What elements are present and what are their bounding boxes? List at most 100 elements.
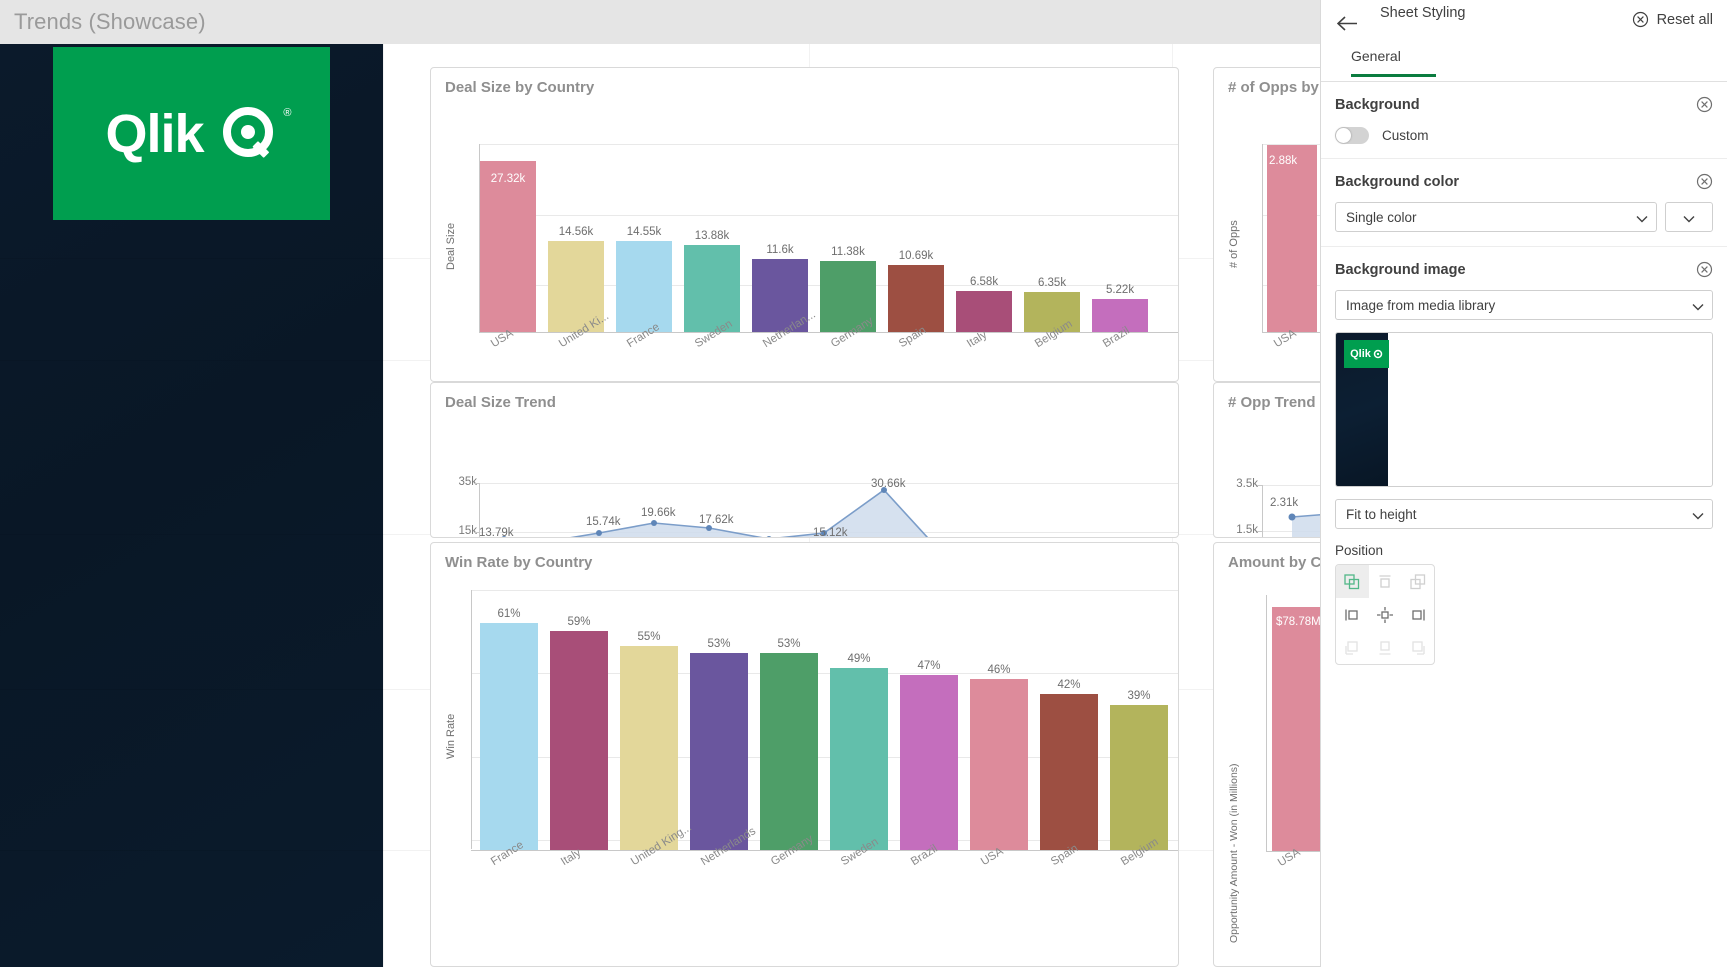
app-root: Trends (Showcase) Qlik ® Deal Size by Co… xyxy=(0,0,1727,967)
chart-card-win-rate-by-country[interactable]: Win Rate by Country Win Rate 61% 59% 55% 53… xyxy=(430,542,1179,967)
bar[interactable] xyxy=(690,653,748,850)
bar-column[interactable]: 39% xyxy=(1110,590,1168,850)
position-middle-left-icon[interactable] xyxy=(1336,598,1369,631)
bar[interactable] xyxy=(550,631,608,850)
bar-column[interactable]: 27.32k xyxy=(480,144,536,332)
chart-card-deal-size-trend[interactable]: Deal Size Trend 35k 15k 0 xyxy=(430,382,1179,538)
chart-title: Deal Size Trend xyxy=(445,394,556,411)
data-point-label: 15.12k xyxy=(813,527,848,538)
bar[interactable] xyxy=(620,646,678,850)
data-point-label: 17.62k xyxy=(699,514,734,526)
bar[interactable] xyxy=(888,265,944,332)
bar-column[interactable]: 49% xyxy=(830,590,888,850)
bar-value-label: 14.55k xyxy=(626,226,662,238)
position-middle-right-icon[interactable] xyxy=(1401,598,1434,631)
bar-value-label: 49% xyxy=(847,653,871,665)
bar-column[interactable]: 6.35k xyxy=(1024,144,1080,332)
section-header: Background image xyxy=(1335,261,1713,278)
bar-value-label: 47% xyxy=(917,660,941,672)
y-axis-tick-label: 35k xyxy=(458,476,477,488)
data-point-label: 13.79k xyxy=(479,527,514,538)
background-color-mode-select[interactable]: Single color xyxy=(1335,202,1657,232)
bar[interactable] xyxy=(480,623,538,850)
tab-general[interactable]: General xyxy=(1351,48,1401,72)
y-axis-title: # of Opps xyxy=(1228,220,1240,268)
bar[interactable] xyxy=(970,679,1028,850)
bar-value-label: 11.38k xyxy=(831,246,865,258)
background-image-source-select[interactable]: Image from media library xyxy=(1335,290,1713,320)
y-axis-tick-label: 15k xyxy=(458,525,477,537)
qlik-q-icon xyxy=(222,106,273,158)
bar[interactable] xyxy=(830,668,888,850)
chevron-down-icon xyxy=(1683,211,1695,226)
position-middle-center-icon[interactable] xyxy=(1369,598,1402,631)
background-custom-row: Custom xyxy=(1335,127,1713,144)
position-top-right-icon[interactable] xyxy=(1401,565,1434,598)
bar[interactable] xyxy=(956,291,1012,332)
bar-column[interactable]: 53% xyxy=(690,590,748,850)
bar-column[interactable]: 53% xyxy=(760,590,818,850)
background-color-swatch-select[interactable] xyxy=(1665,202,1713,232)
bar-column[interactable]: 5.22k xyxy=(1092,144,1148,332)
data-point-label: 19.66k xyxy=(641,507,676,519)
bar-column[interactable]: 14.55k xyxy=(616,144,672,332)
bar[interactable] xyxy=(480,161,536,332)
bar-column[interactable]: 59% xyxy=(550,590,608,850)
bar-column[interactable]: 42% xyxy=(1040,590,1098,850)
chart-card-deal-size-by-country[interactable]: Deal Size by Country Deal Size 27.32k 14.… xyxy=(430,67,1179,382)
reset-circle-icon xyxy=(1632,11,1648,28)
toggle-knob xyxy=(1336,128,1351,143)
position-bottom-right-icon[interactable] xyxy=(1401,631,1434,664)
background-color-controls: Single color xyxy=(1335,202,1713,232)
panel-header: Sheet Styling Reset all xyxy=(1321,0,1727,48)
background-image-thumbnail: Qlik xyxy=(1336,333,1389,486)
bar[interactable] xyxy=(900,675,958,850)
reset-all-button[interactable]: Reset all xyxy=(1632,11,1713,28)
bar-column[interactable]: 6.58k xyxy=(956,144,1012,332)
reset-circle-icon[interactable] xyxy=(1696,261,1713,278)
bar-column[interactable]: 13.88k xyxy=(684,144,740,332)
reset-circle-icon[interactable] xyxy=(1696,96,1713,113)
background-image-size-select[interactable]: Fit to height xyxy=(1335,499,1713,529)
bar-series: 27.32k 14.56k 14.55k 13.88k 11.6k 11.38k 10.69… xyxy=(480,144,1148,332)
y-axis-title: Deal Size xyxy=(445,222,457,270)
bar-series: 61% 59% 55% 53% 53% 49% 47% 46% 42% 39% xyxy=(480,590,1168,850)
bar-column[interactable]: 46% xyxy=(970,590,1028,850)
bar-value-label: 11.6k xyxy=(766,244,794,256)
position-top-center-icon[interactable] xyxy=(1369,565,1402,598)
bar-column[interactable]: 10.69k xyxy=(888,144,944,332)
bar-column[interactable]: 11.38k xyxy=(820,144,876,332)
background-image-position-grid xyxy=(1335,564,1435,665)
bar[interactable] xyxy=(1110,705,1168,850)
data-point-label: 2.31k xyxy=(1270,497,1299,509)
background-custom-toggle[interactable] xyxy=(1335,127,1369,144)
bar[interactable] xyxy=(760,653,818,850)
section-background-image: Background image Image from media librar… xyxy=(1321,247,1727,679)
position-bottom-center-icon[interactable] xyxy=(1369,631,1402,664)
section-heading: Background xyxy=(1335,96,1420,113)
position-bottom-left-icon[interactable] xyxy=(1336,631,1369,664)
bar-value-label: 46% xyxy=(987,664,1011,676)
y-axis-tick-label: 1.5k xyxy=(1236,524,1258,536)
section-heading: Background image xyxy=(1335,261,1466,278)
data-point-label: 15.74k xyxy=(586,516,621,528)
reset-circle-icon[interactable] xyxy=(1696,173,1713,190)
position-top-left-icon[interactable] xyxy=(1336,565,1369,598)
bar-column[interactable]: 61% xyxy=(480,590,538,850)
chevron-down-icon xyxy=(1636,211,1648,226)
back-arrow-icon[interactable] xyxy=(1335,11,1359,35)
bar[interactable] xyxy=(616,241,672,332)
bar[interactable] xyxy=(684,245,740,332)
background-image-preview[interactable]: Qlik xyxy=(1335,332,1713,487)
qlik-logo-thumbnail: Qlik xyxy=(1344,340,1389,368)
bar-value-label: 27.32k xyxy=(490,173,526,185)
bar-column[interactable]: 14.56k xyxy=(548,144,604,332)
bar-column[interactable]: 47% xyxy=(900,590,958,850)
bar[interactable] xyxy=(1267,145,1317,332)
bar[interactable] xyxy=(1040,694,1098,850)
bar-column[interactable]: 11.6k xyxy=(752,144,808,332)
chart-title: Win Rate by Country xyxy=(445,554,593,571)
page-title: Trends (Showcase) xyxy=(14,9,206,34)
qlik-logo-text: Qlik xyxy=(105,103,204,164)
bar-column[interactable]: 55% xyxy=(620,590,678,850)
